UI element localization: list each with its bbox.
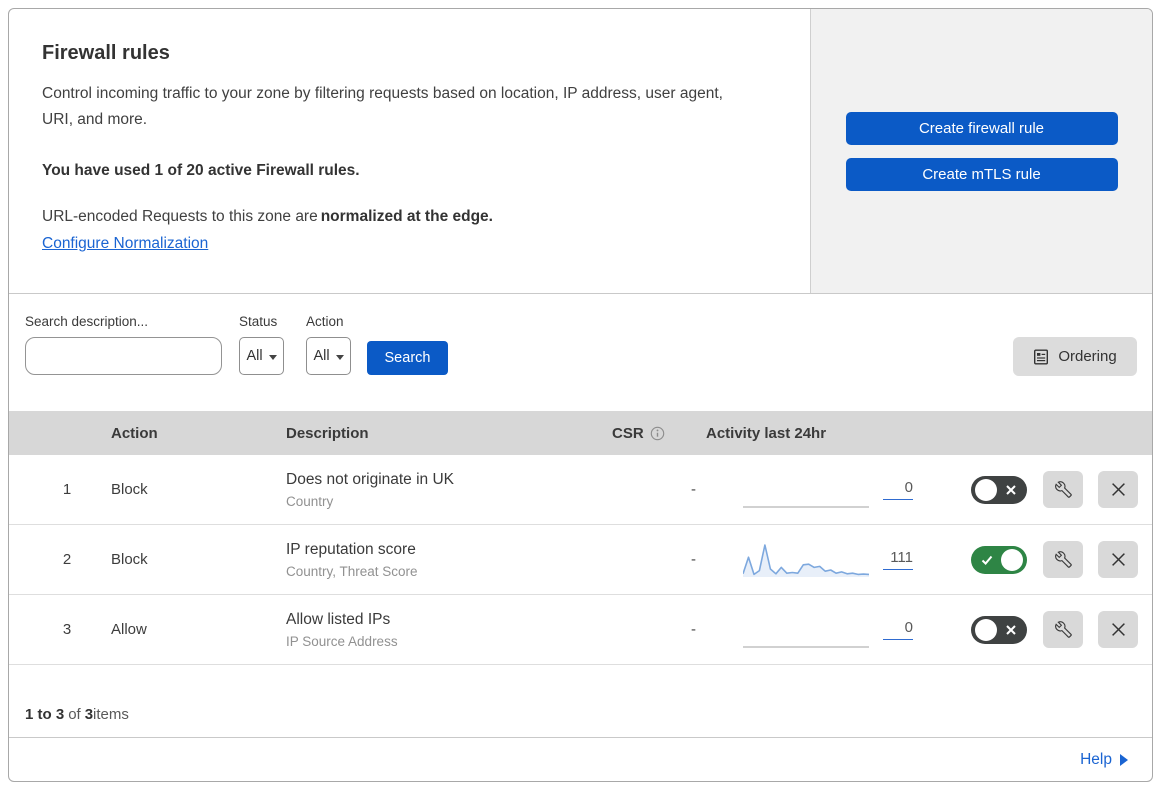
rule-enabled-toggle[interactable]: [971, 475, 1027, 504]
info-icon[interactable]: [650, 426, 665, 441]
pagination-range: 1 to 3: [25, 706, 65, 723]
chevron-down-icon: [268, 354, 277, 360]
delete-rule-button[interactable]: [1098, 611, 1138, 648]
help-label: Help: [1080, 750, 1112, 768]
column-action: Action: [111, 424, 158, 442]
normalization-note: URL-encoded Requests to this zone are nor…: [42, 208, 770, 226]
rule-criteria: Country, Threat Score: [286, 563, 418, 579]
pagination-total: 3: [84, 706, 94, 723]
edit-rule-button[interactable]: [1043, 611, 1083, 648]
usage-note: You have used 1 of 20 active Firewall ru…: [42, 162, 360, 180]
activity-sparkline: [743, 543, 869, 577]
wrench-icon: [1054, 621, 1072, 638]
close-icon: [1111, 553, 1125, 566]
ordering-button[interactable]: Ordering: [1013, 337, 1137, 376]
close-icon: [1111, 623, 1125, 636]
wrench-icon: [1054, 481, 1072, 498]
activity-sparkline: [743, 505, 869, 508]
pagination-of: of: [68, 706, 81, 723]
action-value: All: [313, 348, 330, 364]
right-triangle-icon: [1120, 754, 1128, 766]
rule-description: Allow listed IPs: [286, 610, 391, 628]
status-dropdown[interactable]: All: [239, 337, 284, 375]
column-activity: Activity last 24hr: [706, 424, 827, 442]
status-label: Status: [239, 314, 278, 329]
csr-label: CSR: [612, 424, 644, 442]
header-action-panel: Create firewall rule Create mTLS rule: [810, 9, 1152, 293]
create-mtls-rule-button[interactable]: Create mTLS rule: [845, 157, 1118, 191]
rule-enabled-toggle[interactable]: [971, 545, 1027, 574]
delete-rule-button[interactable]: [1098, 471, 1138, 508]
search-label: Search description...: [25, 314, 149, 329]
normalization-bold: normalized at the edge.: [320, 208, 493, 226]
help-link[interactable]: Help: [1080, 751, 1128, 769]
x-icon: [1006, 624, 1016, 635]
rule-csr: -: [691, 481, 696, 498]
ordering-label: Ordering: [1058, 348, 1117, 365]
activity-count-link[interactable]: 0: [883, 619, 913, 640]
table-row: 1 Block Does not originate in UK Country…: [9, 455, 1152, 525]
check-icon: [981, 555, 993, 565]
list-document-icon: [1034, 349, 1049, 365]
help-bar: Help: [9, 738, 1152, 781]
toggle-knob: [975, 618, 997, 641]
activity-count-link[interactable]: 111: [883, 549, 913, 570]
configure-normalization-link[interactable]: Configure Normalization: [42, 235, 208, 253]
rule-csr: -: [691, 621, 696, 638]
toggle-knob: [975, 478, 997, 501]
search-button[interactable]: Search: [367, 341, 448, 375]
x-icon: [1006, 484, 1016, 495]
rule-description: Does not originate in UK: [286, 470, 455, 488]
rule-action: Block: [111, 551, 148, 568]
activity-count-link[interactable]: 0: [883, 479, 913, 500]
table-header: Action Description CSR Activity last 24h…: [9, 411, 1152, 455]
delete-rule-button[interactable]: [1098, 541, 1138, 578]
column-csr: CSR: [612, 425, 706, 442]
close-icon: [1111, 483, 1125, 496]
rule-csr: -: [691, 551, 696, 568]
edit-rule-button[interactable]: [1043, 541, 1083, 578]
rule-action: Block: [111, 481, 148, 498]
search-input-wrap: [25, 337, 227, 375]
wrench-icon: [1054, 551, 1072, 568]
rule-action: Allow: [111, 621, 147, 638]
header-section: Firewall rules Control incoming traffic …: [9, 9, 1152, 294]
action-label: Action: [306, 314, 344, 329]
create-firewall-rule-button[interactable]: Create firewall rule: [845, 111, 1118, 145]
column-description: Description: [286, 424, 369, 442]
normalization-text: URL-encoded Requests to this zone are: [42, 208, 318, 226]
rule-priority: 3: [62, 621, 72, 638]
firewall-rules-card: Firewall rules Control incoming traffic …: [8, 8, 1153, 782]
table-row: 3 Allow Allow listed IPs IP Source Addre…: [9, 595, 1152, 665]
rule-priority: 1: [62, 481, 72, 498]
rule-priority: 2: [62, 551, 72, 568]
table-row: 2 Block IP reputation score Country, Thr…: [9, 525, 1152, 595]
pagination-summary: 1 to 3 of 3 items: [9, 665, 1152, 738]
action-dropdown[interactable]: All: [306, 337, 351, 375]
header-text-block: Firewall rules Control incoming traffic …: [9, 9, 810, 293]
rule-description: IP reputation score: [286, 540, 416, 558]
activity-sparkline: [743, 645, 869, 648]
rule-criteria: IP Source Address: [286, 633, 398, 649]
pagination-items: items: [93, 706, 129, 723]
page-title: Firewall rules: [42, 42, 170, 64]
rule-enabled-toggle[interactable]: [971, 615, 1027, 644]
edit-rule-button[interactable]: [1043, 471, 1083, 508]
toggle-knob: [1001, 548, 1023, 571]
search-input[interactable]: [46, 348, 227, 364]
rule-criteria: Country: [286, 493, 334, 509]
filter-bar: Search description... Status All Action …: [9, 294, 1152, 411]
chevron-down-icon: [335, 354, 344, 360]
page-description: Control incoming traffic to your zone by…: [42, 85, 723, 129]
status-value: All: [246, 348, 263, 364]
